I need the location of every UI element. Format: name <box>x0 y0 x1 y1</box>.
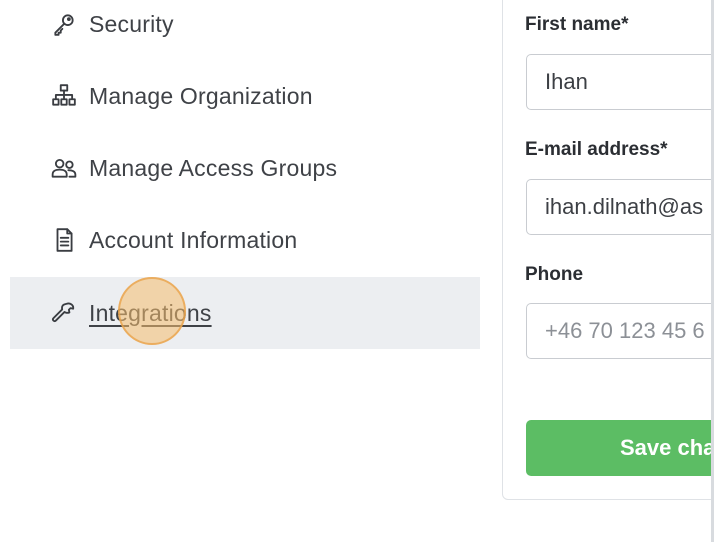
sidebar-item-security[interactable]: Security <box>10 0 480 60</box>
wrench-icon <box>50 299 78 327</box>
sidebar-item-integrations[interactable]: Integrations <box>10 277 480 349</box>
settings-sidebar: Security Manage Organization Manage Acce… <box>10 0 480 542</box>
settings-page: Security Manage Organization Manage Acce… <box>0 0 714 542</box>
sidebar-item-manage-organization[interactable]: Manage Organization <box>10 60 480 132</box>
sidebar-item-manage-access-groups[interactable]: Manage Access Groups <box>10 132 480 204</box>
document-icon <box>50 226 78 254</box>
email-input[interactable] <box>526 179 714 235</box>
save-changes-button[interactable]: Save cha <box>526 420 714 476</box>
sidebar-item-label: Manage Access Groups <box>89 154 338 181</box>
sidebar-item-label: Manage Organization <box>89 82 313 109</box>
first-name-input[interactable] <box>526 54 714 110</box>
org-chart-icon <box>50 82 78 110</box>
sidebar-item-label: Integrations <box>89 299 212 326</box>
phone-label: Phone <box>525 264 584 285</box>
key-icon <box>50 10 78 38</box>
phone-input[interactable] <box>526 303 714 359</box>
users-icon <box>50 154 78 182</box>
sidebar-item-account-information[interactable]: Account Information <box>10 204 480 276</box>
first-name-label: First name* <box>525 14 629 35</box>
email-label: E-mail address* <box>525 139 668 160</box>
sidebar-item-label: Security <box>89 10 174 37</box>
sidebar-item-label: Account Information <box>89 226 298 253</box>
